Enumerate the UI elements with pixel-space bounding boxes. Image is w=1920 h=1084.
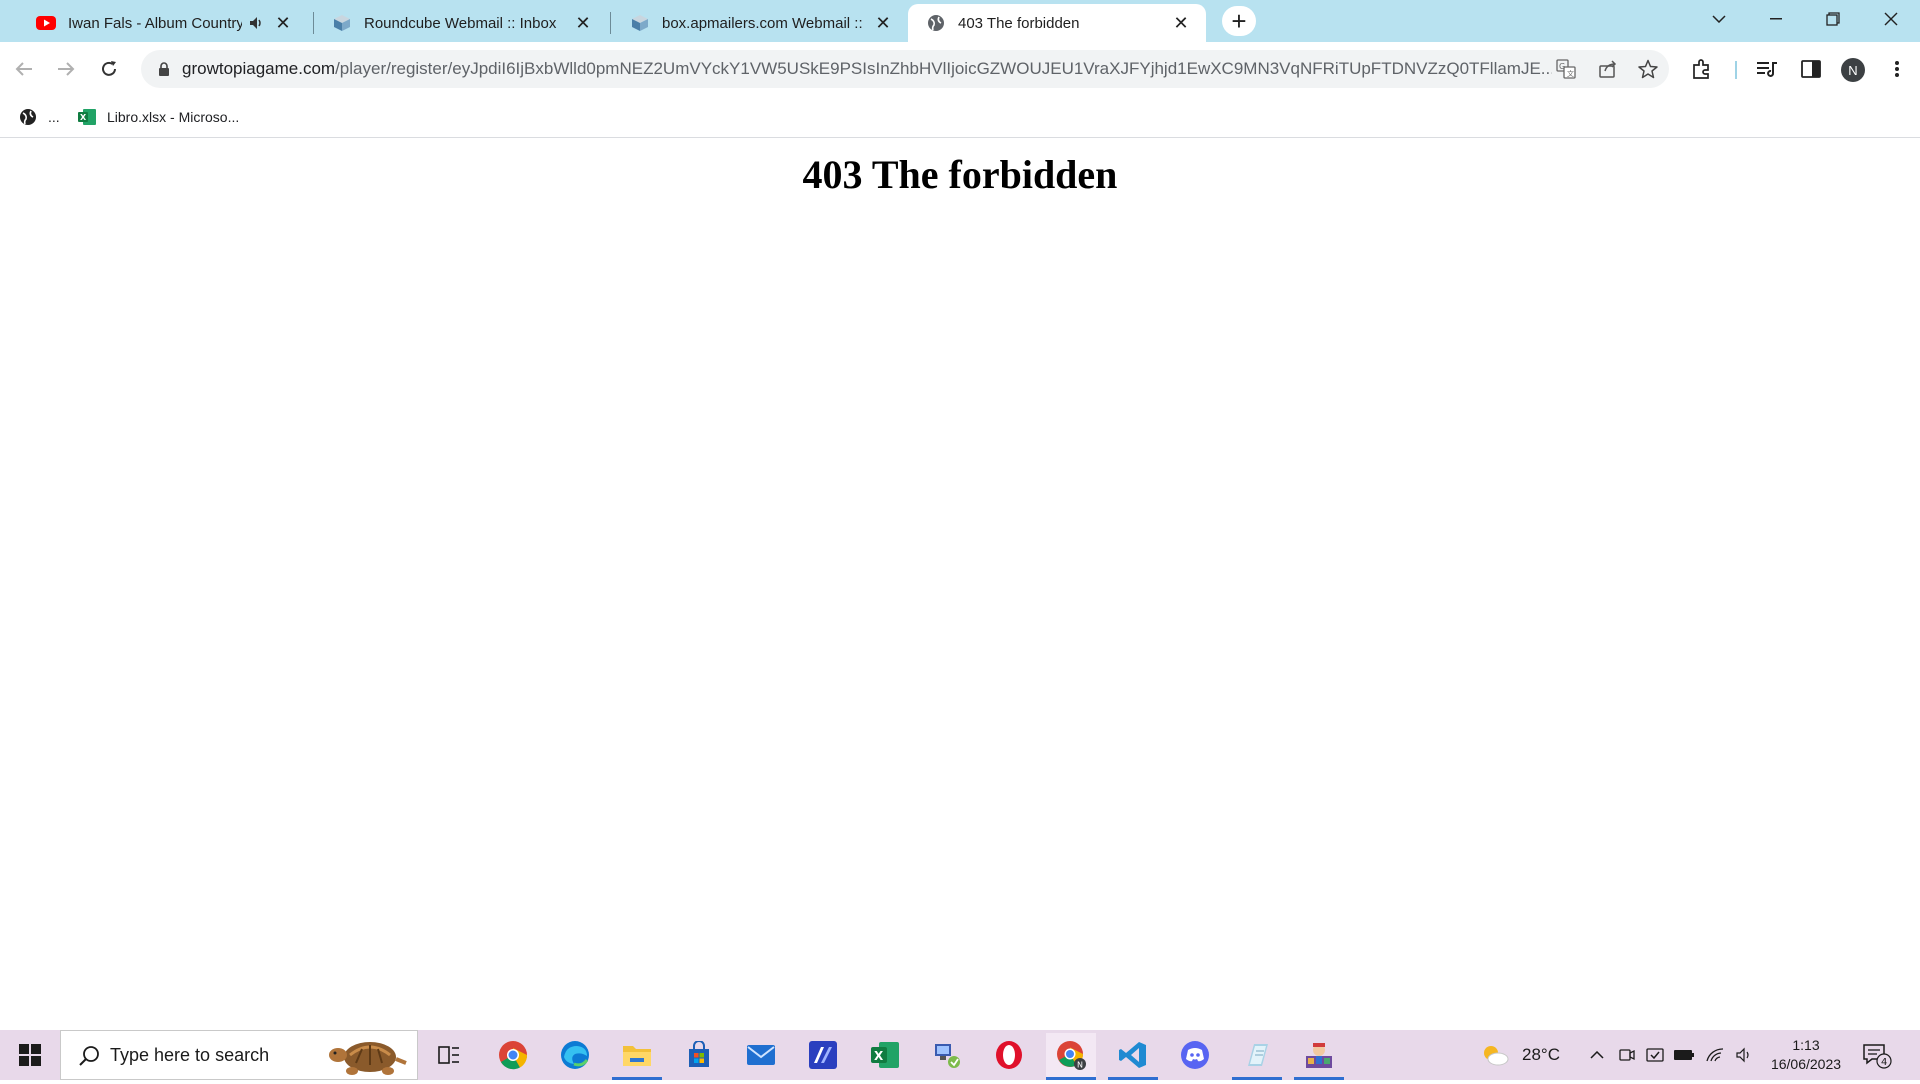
globe-icon	[18, 107, 38, 127]
taskbar-search-box[interactable]: Type here to search	[60, 1030, 418, 1080]
battery-icon[interactable]	[1672, 1030, 1696, 1080]
svg-text:X: X	[80, 113, 87, 122]
roundcube-icon	[630, 13, 650, 33]
task-view-icon[interactable]	[424, 1033, 474, 1077]
restore-icon[interactable]	[1810, 0, 1856, 38]
menu-kebab-icon[interactable]	[1883, 55, 1911, 83]
meet-now-icon[interactable]	[1616, 1030, 1638, 1080]
editor-app-icon[interactable]	[798, 1033, 848, 1077]
search-icon	[77, 1044, 101, 1068]
svg-text:G: G	[1559, 62, 1565, 71]
turtle-illustration-icon	[326, 1033, 410, 1079]
toolbar-divider	[1735, 61, 1737, 79]
bookmark-label: Libro.xlsx - Microso...	[107, 109, 240, 125]
tab-search-chevron-icon[interactable]	[1696, 0, 1742, 38]
chrome-icon[interactable]	[488, 1033, 538, 1077]
bookmark-item[interactable]: ...	[18, 106, 60, 128]
notification-center-icon[interactable]: 4	[1862, 1042, 1892, 1070]
volume-icon[interactable]	[1734, 1030, 1756, 1080]
sun-cloud-icon[interactable]	[1478, 1030, 1512, 1080]
excel-taskbar-icon[interactable]: X	[860, 1033, 910, 1077]
windows-start-icon[interactable]	[0, 1030, 60, 1080]
tab-youtube[interactable]: Iwan Fals - Album Country | ✕	[18, 4, 308, 42]
reload-icon[interactable]	[93, 53, 125, 85]
svg-text:文: 文	[1567, 69, 1574, 78]
close-icon[interactable]: ✕	[572, 12, 594, 34]
url-text[interactable]: growtopiagame.com/player/register/eyJpdi…	[182, 59, 1552, 79]
bookmark-item[interactable]: X Libro.xlsx - Microso...	[77, 106, 239, 128]
back-arrow-icon[interactable]	[8, 53, 40, 85]
page-content: 403 The forbidden	[0, 139, 1920, 1030]
tab-strip: Iwan Fals - Album Country | ✕ Roundcube …	[0, 0, 1920, 42]
lock-icon[interactable]	[155, 60, 173, 78]
browser-toolbar: growtopiagame.com/player/register/eyJpdi…	[0, 42, 1920, 96]
tab-roundcube-inbox[interactable]: Roundcube Webmail :: Inbox ✕	[314, 4, 608, 42]
notepad-icon[interactable]	[1232, 1033, 1282, 1080]
youtube-icon	[36, 13, 56, 33]
search-placeholder: Type here to search	[110, 1045, 270, 1065]
tab-divider	[610, 12, 611, 34]
mail-icon[interactable]	[736, 1033, 786, 1077]
tab-apmailers-webmail[interactable]: box.apmailers.com Webmail :: In ✕	[612, 4, 908, 42]
minimize-icon[interactable]	[1753, 0, 1799, 38]
edge-icon[interactable]	[550, 1033, 600, 1077]
new-tab-button[interactable]: +	[1222, 6, 1256, 36]
url-host: growtopiagame.com	[182, 59, 336, 78]
notification-count: 4	[1881, 1057, 1887, 1068]
game-icon[interactable]	[1294, 1033, 1344, 1080]
tab-title: Iwan Fals - Album Country |	[68, 14, 242, 32]
address-bar[interactable]: growtopiagame.com/player/register/eyJpdi…	[141, 50, 1669, 88]
weather-temperature[interactable]: 28°C	[1518, 1030, 1564, 1080]
tab-title: Roundcube Webmail :: Inbox	[364, 14, 557, 32]
clock-date: 16/06/2023	[1770, 1056, 1842, 1072]
share-icon[interactable]	[1597, 58, 1619, 80]
wifi-icon[interactable]	[1704, 1030, 1726, 1080]
profile-avatar[interactable]: N	[1841, 58, 1865, 82]
roundcube-icon	[332, 13, 352, 33]
bookmark-star-icon[interactable]	[1637, 58, 1659, 80]
side-panel-icon[interactable]	[1797, 55, 1825, 83]
defender-icon[interactable]	[1644, 1030, 1666, 1080]
opera-icon[interactable]	[984, 1033, 1034, 1077]
microsoft-store-icon[interactable]	[674, 1033, 724, 1077]
excel-icon: X	[77, 107, 97, 127]
tab-title: box.apmailers.com Webmail :: In	[662, 14, 866, 32]
bookmarks-bar: ... X Libro.xlsx - Microso...	[0, 96, 1920, 138]
globe-icon	[926, 13, 946, 33]
weather-temp-text: 28°C	[1522, 1045, 1560, 1064]
window-close-icon[interactable]	[1868, 0, 1914, 38]
bookmark-label: ...	[48, 109, 60, 125]
tab-403-forbidden[interactable]: 403 The forbidden ✕	[908, 4, 1206, 42]
close-icon[interactable]: ✕	[272, 12, 294, 34]
translate-icon[interactable]: G文	[1555, 58, 1577, 80]
svg-text:N: N	[1077, 1061, 1083, 1070]
vscode-icon[interactable]	[1108, 1033, 1158, 1080]
close-icon[interactable]: ✕	[1170, 12, 1192, 34]
chevron-up-icon[interactable]	[1586, 1030, 1608, 1080]
svg-text:X: X	[874, 1049, 884, 1063]
extensions-icon[interactable]	[1688, 55, 1716, 83]
clock-time: 1:13	[1792, 1037, 1820, 1053]
speaker-icon[interactable]	[248, 16, 266, 30]
discord-icon[interactable]	[1170, 1033, 1220, 1077]
tab-title: 403 The forbidden	[958, 14, 1080, 32]
url-path: /player/register/eyJpdiI6IjBxbWlld0pmNEZ…	[335, 59, 1552, 78]
windows-taskbar: Type here to search X N 28°C 1:13 16/06/…	[0, 1030, 1920, 1080]
close-icon[interactable]: ✕	[872, 12, 894, 34]
chrome-profile-icon[interactable]: N	[1046, 1033, 1096, 1080]
system-clock[interactable]: 1:13 16/06/2023	[1764, 1036, 1848, 1074]
media-control-icon[interactable]	[1753, 55, 1781, 83]
page-heading: 403 The forbidden	[802, 152, 1118, 197]
network-tool-icon[interactable]	[922, 1033, 972, 1077]
file-explorer-icon[interactable]	[612, 1033, 662, 1080]
forward-arrow-icon[interactable]	[50, 53, 82, 85]
